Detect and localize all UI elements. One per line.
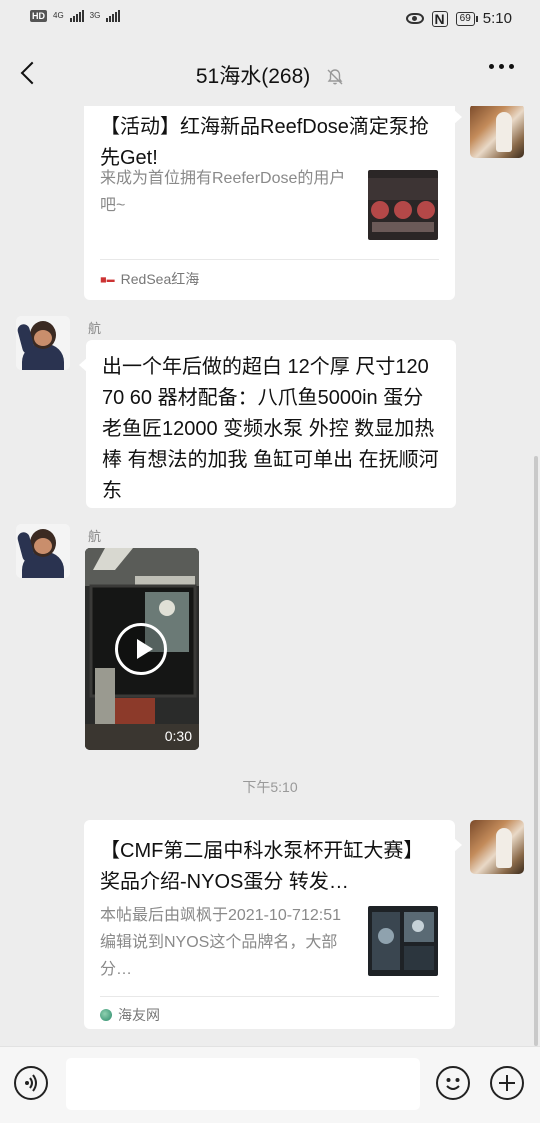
video-message[interactable]: 0:30 — [85, 548, 199, 750]
redsea-logo-icon: ◼▬ — [100, 274, 115, 284]
link-card-redsea[interactable]: 【活动】红海新品ReefDose滴定泵抢先Get! 来成为首位拥有ReeferD… — [84, 106, 462, 300]
card-thumbnail — [368, 170, 438, 240]
voice-icon[interactable] — [14, 1066, 48, 1100]
card-title: 【CMF第二届中科水泵杯开缸大赛】奖品介绍-NYOS蛋分 转发… — [100, 840, 424, 893]
nfc-icon: N — [431, 10, 448, 27]
video-duration: 0:30 — [164, 728, 192, 744]
card-description: 本帖最后由飒枫于2021-10-712:51编辑说到NYOS这个品牌名，大部分… — [100, 907, 341, 978]
link-card-haiyou[interactable]: 【CMF第二届中科水泵杯开缸大赛】奖品介绍-NYOS蛋分 转发… 本帖最后由飒枫… — [84, 820, 462, 1029]
sender-name: 航 — [88, 321, 102, 336]
signal-2-icon — [106, 10, 121, 22]
card-divider — [100, 996, 439, 997]
play-icon[interactable] — [115, 623, 167, 675]
plus-icon[interactable] — [490, 1066, 524, 1100]
hd-badge: HD — [30, 10, 47, 22]
haiyou-logo-icon — [100, 1009, 112, 1021]
card-thumbnail — [368, 906, 438, 976]
my-avatar[interactable] — [470, 106, 524, 158]
chat-header: 51海水(268) — [0, 40, 540, 106]
emoji-icon[interactable] — [436, 1066, 470, 1100]
card-source: ◼▬ RedSea红海 — [100, 269, 199, 289]
text-message[interactable]: 出一个年后做的超白 12个厚 尺寸120 70 60 器材配备：八爪鱼5000i… — [79, 340, 456, 508]
chat-title-wrap: 51海水(268) — [0, 60, 540, 90]
status-right: N 69 5:10 — [405, 10, 512, 27]
time-separator: 下午5:10 — [242, 779, 298, 795]
scrollbar[interactable] — [534, 456, 538, 1046]
bell-off-icon — [326, 68, 344, 86]
sender-avatar[interactable] — [16, 316, 70, 370]
input-bar — [0, 1046, 540, 1123]
message-list[interactable]: 【活动】红海新品ReefDose滴定泵抢先Get! 来成为首位拥有ReeferD… — [0, 106, 540, 1046]
sender-avatar[interactable] — [16, 524, 70, 578]
message-input[interactable] — [66, 1058, 420, 1110]
sim1-network: 4G — [53, 11, 64, 20]
status-time: 5:10 — [482, 10, 512, 27]
sender-name: 航 — [88, 529, 102, 544]
more-dots-icon[interactable] — [489, 64, 514, 69]
status-bar: HD 4G 3G N 69 5:10 — [0, 0, 540, 40]
card-description: 来成为首位拥有ReeferDose的用户吧~ — [100, 170, 346, 214]
battery-icon: 69 — [455, 11, 478, 26]
card-source: 海友网 — [100, 1005, 160, 1025]
card-source-name: 海友网 — [118, 1007, 160, 1023]
sim2-network: 3G — [89, 11, 101, 20]
status-left: HD 4G 3G — [30, 10, 121, 22]
card-source-name: RedSea红海 — [120, 271, 200, 287]
eye-icon — [405, 13, 424, 24]
chat-title: 51海水(268) — [195, 65, 311, 88]
card-divider — [100, 259, 439, 260]
signal-1-icon — [69, 10, 84, 22]
my-avatar[interactable] — [470, 820, 524, 874]
